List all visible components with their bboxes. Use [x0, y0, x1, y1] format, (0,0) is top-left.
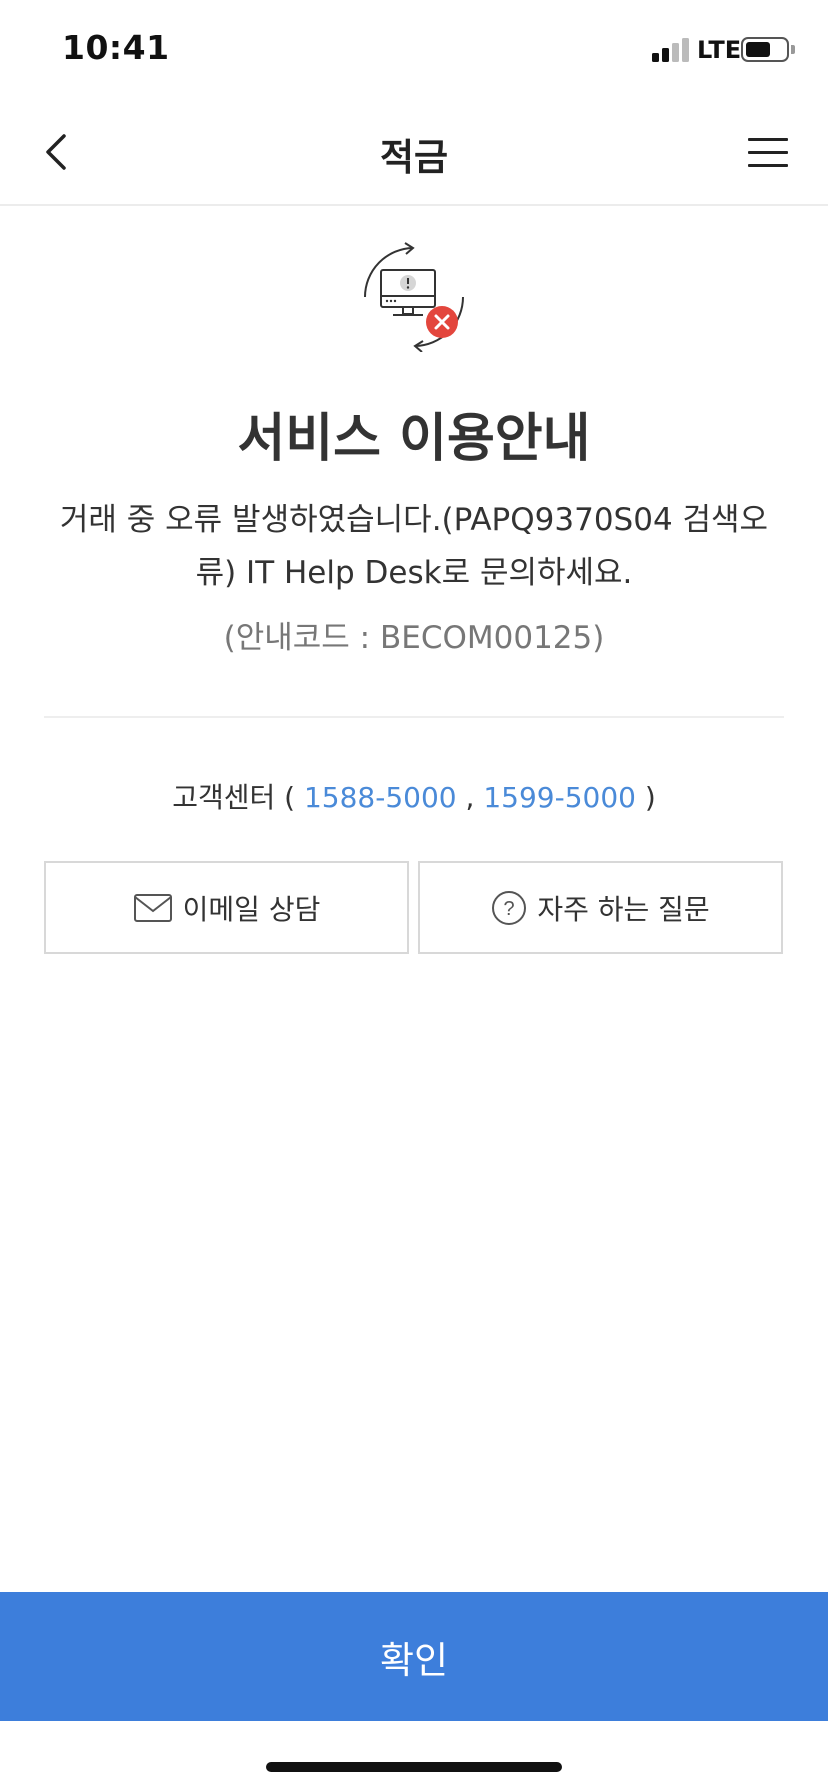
home-indicator [266, 1762, 562, 1772]
confirm-button[interactable]: 확인 [0, 1592, 828, 1721]
faq-label: 자주 하는 질문 [537, 892, 710, 926]
error-message: 거래 중 오류 발생하였습니다.(PAPQ9370S04 검색오류) IT He… [59, 502, 769, 591]
customer-center-close: ) [644, 781, 656, 814]
nav-header: 적금 [0, 100, 828, 206]
status-bar: 10:41 LTE [0, 0, 828, 100]
main-title: 서비스 이용안내 [237, 409, 591, 469]
battery-nub [791, 45, 795, 54]
hamburger-menu-icon [748, 138, 788, 141]
battery-icon [741, 37, 789, 62]
faq-button[interactable]: ? 자주 하는 질문 [418, 861, 783, 954]
customer-center: 고객센터 ( 1588-5000 , 1599-5000 ) [0, 776, 828, 816]
customer-center-label: 고객센터 ( [172, 781, 296, 814]
network-label: LTE [697, 36, 742, 64]
divider [44, 716, 784, 718]
phone-link-1[interactable]: 1588-5000 [304, 781, 457, 814]
mail-icon [133, 893, 172, 922]
page-title: 적금 [379, 136, 449, 179]
signal-icon [652, 38, 690, 62]
computer-error-icon [364, 242, 464, 352]
email-consult-button[interactable]: 이메일 상담 [44, 861, 409, 954]
status-time: 10:41 [62, 28, 170, 67]
guide-code: (안내코드 : BECOM00125) [223, 620, 605, 656]
question-circle-icon: ? [492, 890, 527, 925]
menu-button[interactable] [740, 124, 800, 180]
phone-separator: , [465, 781, 475, 814]
email-consult-label: 이메일 상담 [182, 892, 321, 926]
phone-link-2[interactable]: 1599-5000 [483, 781, 636, 814]
svg-text:?: ? [504, 898, 515, 920]
